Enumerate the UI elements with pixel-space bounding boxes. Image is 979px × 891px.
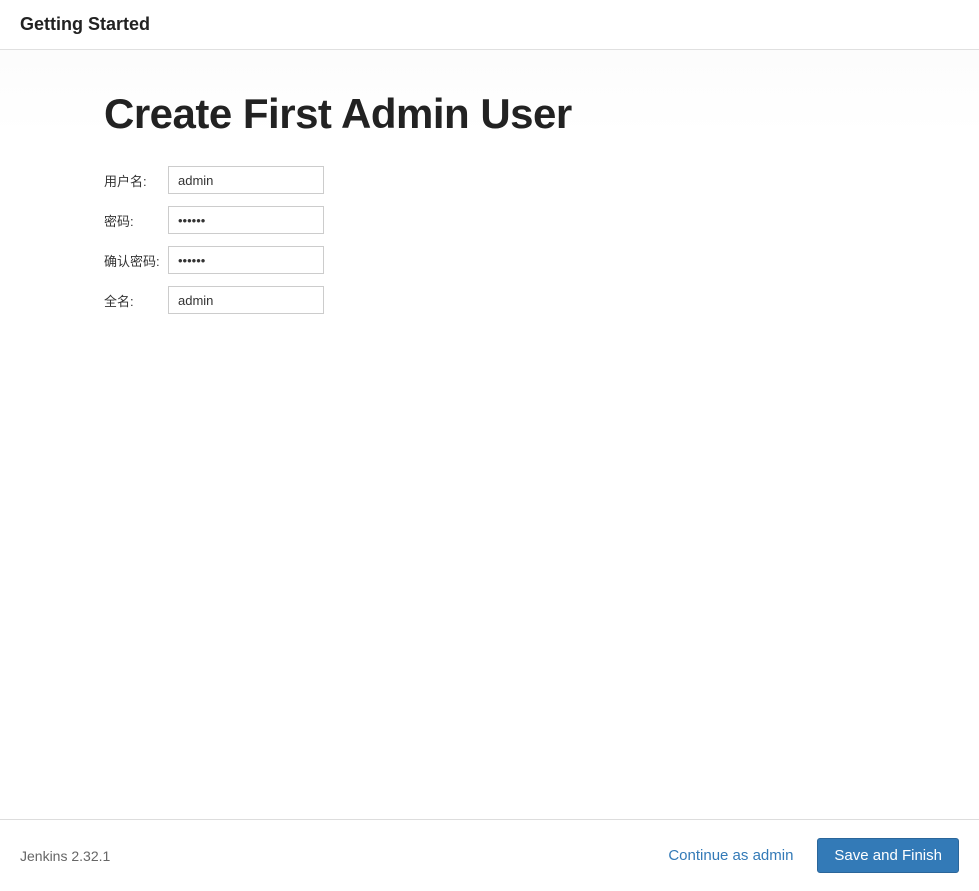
header: Getting Started bbox=[0, 0, 979, 50]
form-row-confirm-password: 确认密码: bbox=[104, 246, 979, 274]
fullname-input[interactable] bbox=[168, 286, 324, 314]
save-and-finish-button[interactable]: Save and Finish bbox=[817, 838, 959, 873]
form-row-password: 密码: bbox=[104, 206, 979, 234]
confirm-password-input[interactable] bbox=[168, 246, 324, 274]
username-label: 用户名: bbox=[104, 171, 168, 190]
continue-as-admin-link[interactable]: Continue as admin bbox=[668, 847, 793, 864]
main-content: Create First Admin User 用户名: 密码: 确认密码: 全… bbox=[0, 50, 979, 819]
footer: Jenkins 2.32.1 Continue as admin Save an… bbox=[0, 819, 979, 891]
password-input[interactable] bbox=[168, 206, 324, 234]
fullname-label: 全名: bbox=[104, 291, 168, 310]
footer-actions: Continue as admin Save and Finish bbox=[668, 838, 959, 873]
form-row-username: 用户名: bbox=[104, 166, 979, 194]
version-text: Jenkins 2.32.1 bbox=[20, 848, 110, 864]
page-title: Create First Admin User bbox=[104, 90, 979, 138]
header-title: Getting Started bbox=[20, 14, 959, 35]
form-row-fullname: 全名: bbox=[104, 286, 979, 314]
password-label: 密码: bbox=[104, 211, 168, 230]
username-input[interactable] bbox=[168, 166, 324, 194]
confirm-password-label: 确认密码: bbox=[104, 251, 168, 270]
